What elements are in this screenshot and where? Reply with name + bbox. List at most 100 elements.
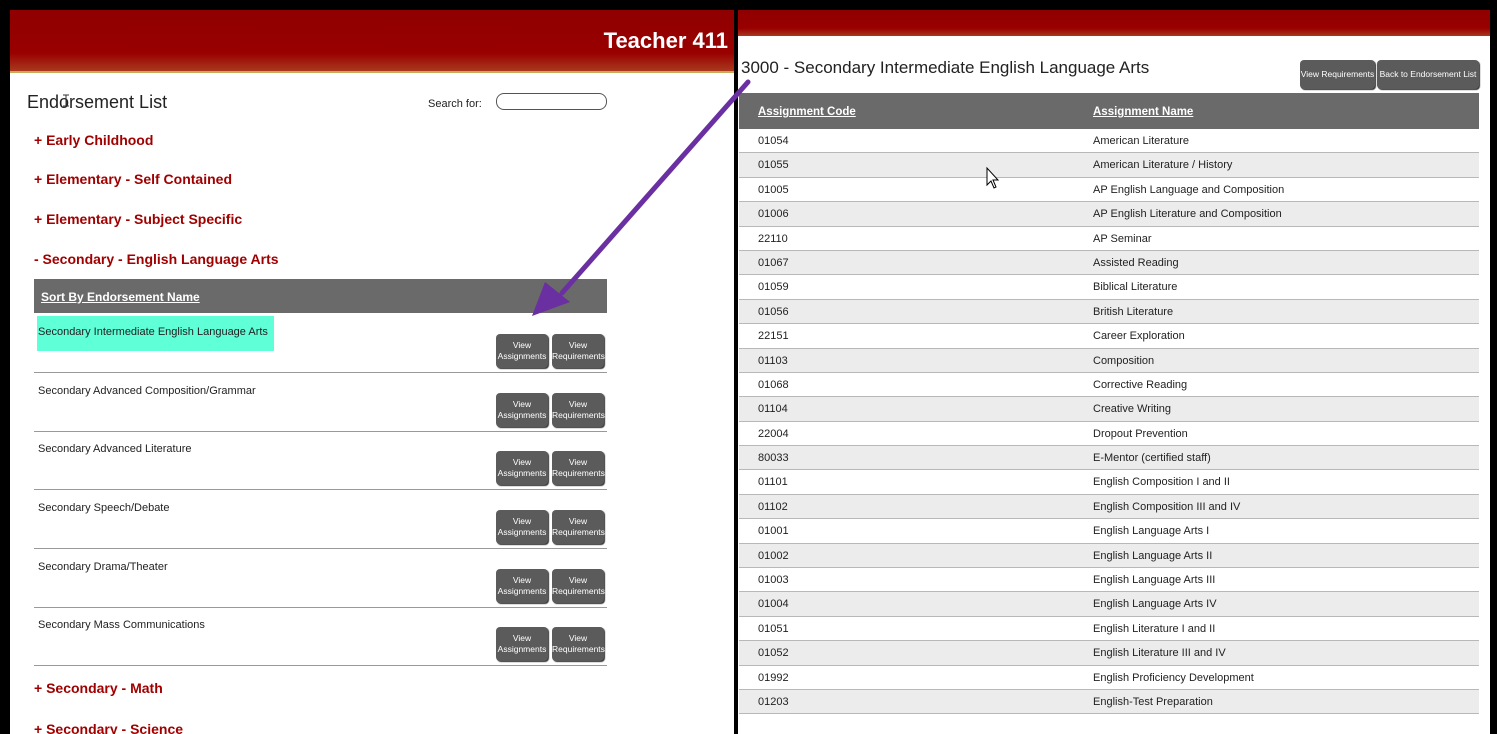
category-elementary-self-contained[interactable]: + Elementary - Self Contained — [34, 171, 232, 187]
table-row[interactable]: 22151 Career Exploration — [739, 324, 1479, 349]
table-row[interactable]: 01051 English Literature I and II — [739, 617, 1479, 642]
table-row[interactable]: 01992 English Proficiency Development — [739, 666, 1479, 690]
table-row[interactable]: 01067 Assisted Reading — [739, 250, 1479, 276]
view-assignments-button[interactable]: View Assignments — [496, 451, 548, 485]
assignment-code-cell: 01003 — [758, 574, 789, 587]
assignment-code-cell: 01005 — [758, 183, 789, 196]
view-requirements-button[interactable]: View Requirements — [552, 569, 605, 603]
table-header: Assignment Code Assignment Name — [739, 93, 1479, 129]
category-early-childhood[interactable]: + Early Childhood — [34, 132, 153, 148]
category-secondary-math[interactable]: + Secondary - Math — [34, 680, 163, 696]
back-to-list-button[interactable]: Back to Endorsement List — [1377, 60, 1479, 89]
col-assignment-code[interactable]: Assignment Code — [758, 106, 856, 118]
assignment-name-cell: American Literature / History — [1093, 159, 1233, 172]
table-row[interactable]: 01052 English Literature III and IV — [739, 641, 1479, 666]
view-requirements-button[interactable]: View Requirements — [552, 334, 605, 368]
button-label-line: Requirements — [552, 468, 605, 478]
assignment-name-cell: English Composition I and II — [1093, 476, 1230, 489]
endorsement-title: 3000 - Secondary Intermediate English La… — [741, 58, 1150, 77]
table-row[interactable]: 01102 English Composition III and IV — [739, 494, 1479, 520]
endorsement-name[interactable]: Secondary Mass Communications — [38, 619, 205, 631]
assignment-name-cell: English Literature III and IV — [1093, 647, 1226, 660]
table-row[interactable]: 01002 English Language Arts II — [739, 543, 1479, 569]
assignment-code-cell: 22004 — [758, 427, 789, 440]
assignment-code-cell: 01055 — [758, 159, 789, 172]
view-requirements-button[interactable]: View Requirements — [552, 510, 605, 544]
site-brand[interactable]: Teacher 411 — [604, 28, 728, 54]
table-row[interactable]: 22110 AP Seminar — [739, 227, 1479, 251]
view-assignments-button[interactable]: View Assignments — [496, 510, 548, 544]
endorsement-name[interactable]: Secondary Intermediate English Language … — [38, 326, 268, 338]
category-secondary-science[interactable]: + Secondary - Science — [34, 721, 183, 734]
endorsement-name[interactable]: Secondary Speech/Debate — [38, 502, 169, 514]
table-row[interactable]: 01004 English Language Arts IV — [739, 592, 1479, 617]
button-label-line: View — [568, 633, 588, 643]
table-row[interactable]: 01068 Corrective Reading — [739, 373, 1479, 398]
assignment-name-cell: English Composition III and IV — [1093, 500, 1241, 513]
assignment-code-cell: 22151 — [758, 330, 789, 343]
view-requirements-button[interactable]: View Requirements — [552, 451, 605, 485]
button-label-line: Assignments — [497, 468, 547, 478]
button-label-line: View — [568, 457, 588, 467]
button-label-line: View — [568, 399, 588, 409]
view-assignments-button[interactable]: View Assignments — [496, 334, 548, 368]
view-assignments-button[interactable]: View Assignments — [496, 627, 548, 661]
view-assignments-button[interactable]: View Assignments — [496, 393, 548, 427]
button-label-line: View — [512, 516, 532, 526]
assignment-name-cell: Corrective Reading — [1093, 378, 1188, 391]
view-assignments-button[interactable]: View Assignments — [496, 569, 548, 603]
table-row[interactable]: 01056 British Literature — [739, 299, 1479, 325]
button-label-line: Assignments — [497, 644, 547, 654]
assignment-code-cell: 01051 — [758, 622, 789, 635]
button-label-line: Assignments — [497, 351, 547, 361]
sort-by-name-link[interactable]: Sort By Endorsement Name — [41, 290, 200, 304]
table-row[interactable]: 01104 Creative Writing — [739, 397, 1479, 422]
category-secondary-english[interactable]: - Secondary - English Language Arts — [34, 251, 279, 267]
button-label-line: View — [512, 575, 532, 585]
assignment-code-cell: 01059 — [758, 281, 789, 294]
search-input[interactable] — [496, 93, 607, 110]
assignment-name-cell: English Language Arts I — [1093, 525, 1210, 538]
view-requirements-button[interactable]: View Requirements — [552, 393, 605, 427]
view-requirements-button[interactable]: View Requirements — [552, 627, 605, 661]
assignment-code-cell: 01004 — [758, 598, 789, 611]
assignment-code-cell: 01104 — [758, 403, 788, 416]
table-row[interactable]: 01054 American Literature — [739, 129, 1479, 154]
col-assignment-name[interactable]: Assignment Name — [1093, 106, 1193, 118]
table-row[interactable]: 22004 Dropout Prevention — [739, 422, 1479, 447]
table-row[interactable]: 01006 AP English Literature and Compositi… — [739, 202, 1479, 227]
assignment-code-cell: 01103 — [758, 354, 788, 367]
button-label-line: View — [512, 340, 532, 350]
assignment-name-cell: E-Mentor (certified staff) — [1093, 452, 1211, 465]
button-label-line: Assignments — [497, 586, 547, 596]
table-row[interactable]: 01055 American Literature / History — [739, 153, 1479, 178]
assignment-name-cell: English Language Arts II — [1093, 549, 1213, 562]
assignment-code-cell: 01203 — [758, 695, 789, 708]
assignment-name-cell: English-Test Preparation — [1093, 695, 1213, 708]
button-label-line: View — [512, 633, 532, 643]
table-row[interactable]: 01005 AP English Language and Composition — [739, 178, 1479, 203]
endorsement-row: Secondary Intermediate English Language … — [34, 314, 607, 373]
table-row[interactable]: 01003 English Language Arts III — [739, 568, 1479, 593]
view-requirements-button[interactable]: View Requirements — [1300, 60, 1375, 89]
table-row[interactable]: 01101 English Composition I and II — [739, 470, 1479, 495]
assignment-name-cell: Creative Writing — [1093, 403, 1172, 416]
table-row[interactable]: 01001 English Language Arts I — [739, 519, 1479, 544]
table-row[interactable]: 80033 E-Mentor (certified staff) — [739, 446, 1479, 471]
table-row[interactable]: 01103 Composition — [739, 348, 1479, 373]
assignment-name-cell: Biblical Literature — [1093, 281, 1178, 294]
button-label-line: Requirements — [552, 586, 605, 596]
assignment-name-cell: English Language Arts IV — [1093, 598, 1217, 611]
table-row[interactable]: 01203 English-Test Preparation — [739, 689, 1479, 715]
assignment-name-cell: Composition — [1093, 354, 1155, 367]
assignment-name-cell: English Proficiency Development — [1093, 671, 1254, 684]
endorsement-name[interactable]: Secondary Advanced Literature — [38, 443, 192, 455]
category-elementary-subject-specific[interactable]: + Elementary - Subject Specific — [34, 211, 242, 227]
endorsement-name[interactable]: Secondary Drama/Theater — [38, 561, 168, 573]
endorsement-name[interactable]: Secondary Advanced Composition/Grammar — [38, 385, 256, 397]
search-label: Search for: — [428, 98, 482, 110]
header-banner: Teacher 411 — [10, 10, 734, 73]
sort-header: Sort By Endorsement Name — [34, 279, 607, 313]
assignment-name-cell: American Literature — [1093, 135, 1189, 147]
table-row[interactable]: 01059 Biblical Literature — [739, 275, 1479, 300]
